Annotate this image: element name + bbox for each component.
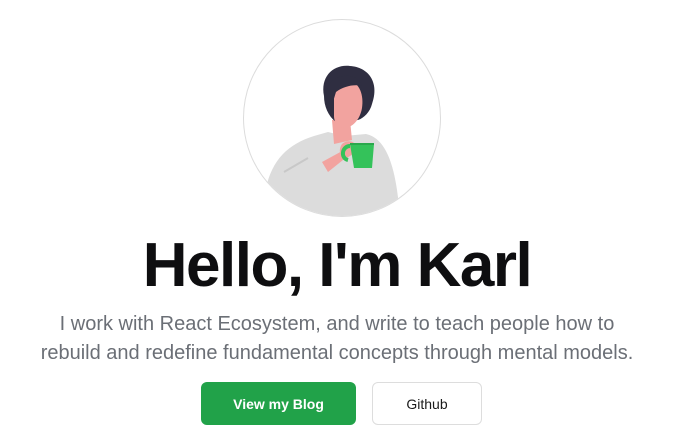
hero-section: Hello, I'm Karl I work with React Ecosys… — [0, 0, 674, 446]
github-button[interactable]: Github — [372, 382, 482, 425]
tagline-line-1: I work with React Ecosystem, and write t… — [59, 313, 615, 335]
avatar — [243, 19, 441, 217]
page-title: Hello, I'm Karl — [142, 231, 533, 300]
person-drinking-coffee-icon — [266, 65, 400, 216]
tagline-line-2: rebuild and redefine fundamental concept… — [40, 342, 634, 364]
view-blog-button[interactable]: View my Blog — [201, 382, 356, 425]
tagline: I work with React Ecosystem, and write t… — [20, 310, 654, 368]
